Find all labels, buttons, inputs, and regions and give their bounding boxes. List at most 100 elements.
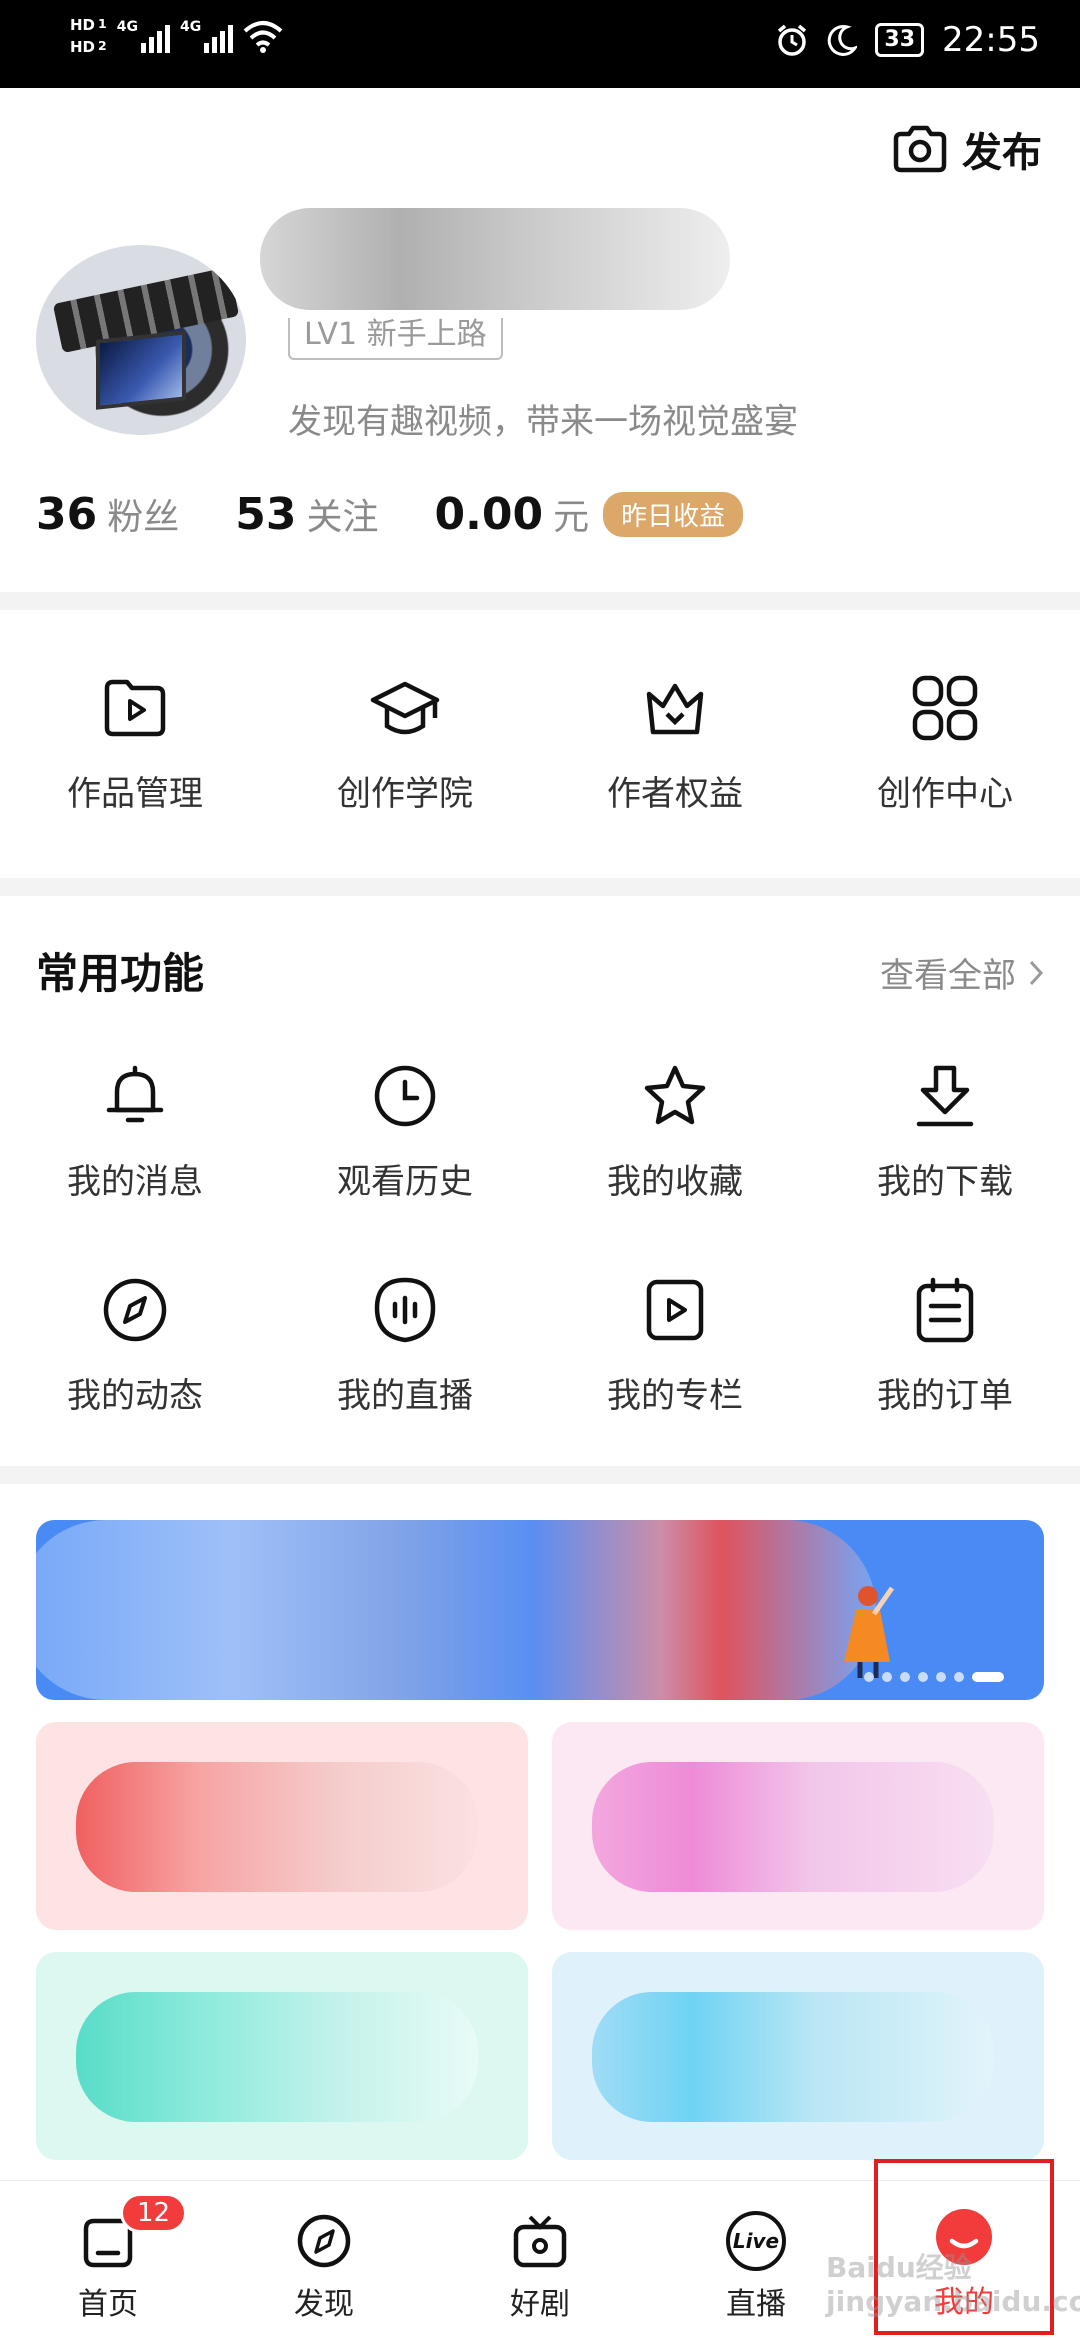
func-column[interactable]: 我的专栏	[540, 1274, 810, 1417]
func-history[interactable]: 观看历史	[270, 1060, 540, 1203]
section-divider	[0, 592, 1080, 610]
promo-card-blue[interactable]	[552, 1952, 1044, 2160]
pagination-dot	[972, 1672, 1004, 1682]
func-favorites[interactable]: 我的收藏	[540, 1060, 810, 1203]
view-all-link[interactable]: 查看全部	[880, 948, 1044, 997]
fans-stat[interactable]: 36 粉丝	[36, 488, 179, 540]
status-bar: HD 1 HD 2 4G 4G 33 22:55	[0, 0, 1080, 88]
func-orders[interactable]: 我的订单	[810, 1274, 1080, 1417]
tv-icon	[513, 2215, 567, 2268]
earnings-badge: 昨日收益	[603, 491, 744, 537]
func-label: 我的专栏	[607, 1376, 743, 1416]
compass-icon	[103, 1278, 167, 1342]
func-dynamics[interactable]: 我的动态	[0, 1274, 270, 1417]
chevron-right-icon	[1029, 960, 1044, 985]
func-label: 我的订单	[877, 1376, 1013, 1416]
earnings-unit: 元	[553, 497, 590, 538]
graduation-cap-icon	[370, 681, 440, 735]
tool-author-rights[interactable]: 作者权益	[540, 672, 810, 815]
pagination-dot	[936, 1672, 946, 1682]
voice-icon	[374, 1277, 436, 1343]
tool-label: 创作中心	[877, 774, 1013, 814]
live-icon-text: Live	[732, 2229, 780, 2253]
avatar[interactable]	[36, 245, 246, 435]
common-functions-title: 常用功能	[36, 949, 205, 998]
crown-icon	[646, 683, 704, 735]
camera-icon	[893, 125, 947, 173]
hd1-label: HD	[70, 16, 96, 34]
tab-live[interactable]: Live 直播	[688, 2211, 824, 2323]
order-icon	[916, 1277, 974, 1343]
section-divider	[0, 1466, 1080, 1484]
earnings-stat[interactable]: 0.00 元 昨日收益	[435, 488, 744, 540]
status-left: HD 1 HD 2 4G 4G	[70, 16, 283, 56]
level-badge: LV1 新手上路	[288, 318, 503, 360]
play-folder-icon	[104, 679, 166, 737]
clock-icon	[374, 1065, 436, 1127]
card-blurred-content	[76, 1762, 478, 1892]
promo-card-red[interactable]	[36, 1722, 528, 1930]
profile-icon	[936, 2209, 992, 2265]
grid-icon	[912, 675, 978, 741]
hd2-sub: 2	[98, 38, 107, 53]
func-downloads[interactable]: 我的下载	[810, 1060, 1080, 1203]
fans-label: 粉丝	[107, 497, 180, 538]
tool-label: 作品管理	[67, 774, 203, 814]
tab-home[interactable]: 首页 12	[40, 2193, 188, 2323]
card-blurred-content	[592, 1992, 994, 2122]
tool-works-manage[interactable]: 作品管理	[0, 672, 270, 815]
promo-card-teal[interactable]	[36, 1952, 528, 2160]
profile-stats: 36 粉丝 53 关注 0.00 元 昨日收益	[36, 488, 744, 540]
promo-card-pink[interactable]	[552, 1722, 1044, 1930]
tab-discover[interactable]: 发现	[256, 2211, 392, 2323]
download-icon	[916, 1065, 974, 1127]
creation-tools: 作品管理 创作学院 作者权益 创作中心	[0, 672, 1080, 815]
publish-label: 发布	[962, 130, 1042, 176]
card-blurred-content	[76, 1992, 478, 2122]
card-blurred-content	[592, 1762, 994, 1892]
network-type-2: 4G	[179, 19, 202, 35]
functions-row-1: 我的消息 观看历史 我的收藏 我的下载	[0, 1060, 1080, 1203]
tool-academy[interactable]: 创作学院	[270, 672, 540, 815]
network-type-1: 4G	[116, 19, 138, 35]
func-label: 我的动态	[67, 1376, 203, 1416]
tab-label: 首页	[78, 2287, 138, 2322]
pagination-dot	[864, 1672, 874, 1682]
functions-row-2: 我的动态 我的直播 我的专栏 我的订单	[0, 1274, 1080, 1417]
section-divider	[0, 878, 1080, 896]
pagination-dot	[882, 1672, 892, 1682]
username-blurred	[260, 208, 730, 310]
earnings-value: 0.00	[434, 489, 544, 540]
star-icon	[644, 1065, 706, 1125]
tool-label: 作者权益	[607, 774, 743, 814]
wifi-icon	[243, 21, 283, 53]
hd2-label: HD	[70, 38, 96, 56]
tool-label: 创作学院	[337, 774, 473, 814]
promo-banner[interactable]	[36, 1520, 1044, 1700]
live-icon: Live	[726, 2211, 786, 2271]
profile-bio: 发现有趣视频，带来一场视觉盛宴	[288, 402, 798, 442]
pagination-dot	[954, 1672, 964, 1682]
signal-icon-1: 4G	[117, 19, 170, 53]
follow-count: 53	[235, 489, 297, 540]
pagination-dot	[918, 1672, 928, 1682]
follow-stat[interactable]: 53 关注	[235, 488, 378, 540]
avatar-screen	[96, 330, 186, 410]
func-live[interactable]: 我的直播	[270, 1274, 540, 1417]
func-label: 我的直播	[337, 1376, 473, 1416]
banner-pagination	[864, 1672, 1004, 1682]
fans-count: 36	[36, 489, 98, 540]
pagination-dot	[900, 1672, 910, 1682]
publish-button[interactable]: 发布	[892, 120, 1042, 178]
tool-creation-center[interactable]: 创作中心	[810, 672, 1080, 815]
tab-dramas[interactable]: 好剧	[472, 2211, 608, 2323]
battery-indicator: 33	[875, 23, 925, 57]
moon-icon	[828, 24, 858, 56]
bell-icon	[106, 1065, 164, 1123]
banner-figure-illustration	[844, 1586, 894, 1678]
func-messages[interactable]: 我的消息	[0, 1060, 270, 1203]
view-all-label: 查看全部	[880, 956, 1016, 996]
home-notification-badge: 12	[120, 2193, 188, 2233]
tab-mine[interactable]: 我的	[874, 2159, 1054, 2335]
play-box-icon	[646, 1279, 704, 1341]
